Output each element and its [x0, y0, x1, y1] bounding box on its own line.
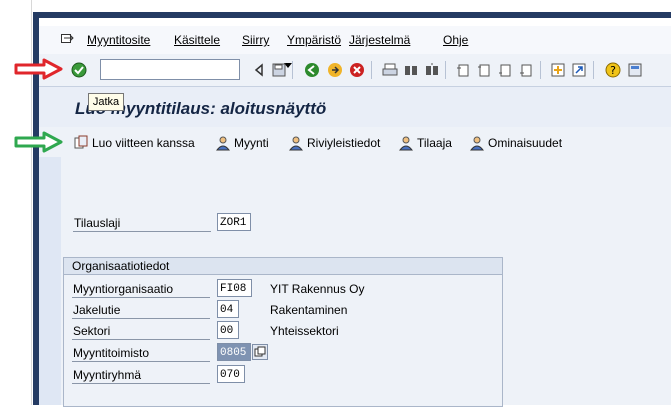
label-underline [72, 339, 210, 340]
create-with-reference-button[interactable]: Luo viitteen kanssa [73, 134, 195, 152]
ordering-party-button[interactable]: Tilaaja [398, 134, 452, 152]
toolbar-separator [540, 61, 541, 79]
menu-item-myyntitosite[interactable]: Myyntitosite [87, 33, 150, 47]
standard-toolbar: ? [39, 54, 671, 87]
svg-text:?: ? [610, 64, 616, 77]
new-session-icon[interactable] [550, 62, 566, 78]
toolbar-separator [445, 61, 446, 79]
organization-data-group: Organisaatiotiedot Myyntiorganisaatio FI… [63, 257, 503, 407]
help-icon[interactable]: ? [605, 62, 621, 78]
sales-office-input[interactable]: 0805 [217, 343, 251, 361]
menu-system-icon[interactable] [61, 33, 74, 45]
item-overview-label: Riviyleistiedot [307, 136, 381, 150]
save-icon[interactable] [271, 62, 287, 78]
green-back-icon[interactable] [304, 62, 320, 78]
prev-page-icon[interactable] [476, 62, 492, 78]
search-help-icon[interactable] [252, 344, 268, 360]
exit-icon[interactable] [327, 62, 343, 78]
copy-reference-icon [74, 135, 88, 149]
sales-label: Myynti [234, 136, 269, 150]
content-area: Tilauslaji ZOR1 Organisaatiotiedot Myynt… [61, 157, 671, 407]
ordering-party-label: Tilaaja [417, 136, 452, 150]
properties-button[interactable]: Ominaisuudet [469, 134, 562, 152]
print-icon[interactable] [382, 62, 398, 78]
sap-window: Myyntitosite Käsittele Siirry Ympäristö … [39, 18, 671, 407]
label-underline [73, 231, 211, 232]
shortcut-icon[interactable] [571, 62, 587, 78]
sales-button[interactable]: Myynti [215, 134, 269, 152]
label-underline [72, 383, 210, 384]
green-arrow-icon [14, 131, 63, 153]
menu-item-kasittele[interactable]: Käsittele [174, 33, 220, 47]
sales-group-label: Myyntiryhmä [73, 368, 142, 382]
label-underline [72, 297, 210, 298]
next-page-icon[interactable] [497, 62, 513, 78]
organization-data-title: Organisaatiotiedot [64, 258, 502, 275]
application-toolbar: Luo viitteen kanssa Myynti Riviyleistied… [39, 127, 671, 157]
toolbar-separator [371, 61, 372, 79]
command-field[interactable] [100, 59, 292, 80]
properties-label: Ominaisuudet [488, 136, 563, 150]
menu-item-siirry[interactable]: Siirry [242, 33, 269, 47]
person-icon [215, 136, 231, 151]
person-icon [288, 136, 304, 151]
find-next-icon[interactable] [424, 62, 440, 78]
create-with-reference-label: Luo viitteen kanssa [92, 136, 195, 150]
label-underline [72, 318, 210, 319]
item-overview-button[interactable]: Riviyleistiedot [288, 134, 380, 152]
layout-icon[interactable] [627, 62, 643, 78]
order-type-label: Tilauslaji [74, 216, 121, 230]
division-input[interactable]: 00 [217, 321, 239, 339]
order-type-input[interactable]: ZOR1 [217, 213, 251, 231]
menu-item-ymparisto[interactable]: Ympäristö [287, 33, 341, 47]
sales-group-input[interactable]: 070 [217, 365, 245, 383]
cancel-icon[interactable] [349, 62, 365, 78]
title-bar: Luo myyntitilaus: aloitusnäyttö [39, 87, 671, 127]
sales-org-description: YIT Rakennus Oy [270, 282, 365, 296]
toolbar-separator [292, 61, 293, 79]
menu-item-jarjestelma[interactable]: Järjestelmä [349, 33, 410, 47]
sales-org-input[interactable]: FI08 [217, 279, 252, 297]
division-label: Sektori [73, 324, 111, 338]
enter-icon[interactable] [71, 62, 87, 78]
tooltip: Jatka [88, 93, 124, 111]
toolbar-separator [593, 61, 594, 79]
red-arrow-icon [14, 58, 63, 80]
person-icon [469, 136, 485, 151]
person-icon [398, 136, 414, 151]
last-page-icon[interactable] [518, 62, 534, 78]
menu-item-ohje[interactable]: Ohje [443, 33, 468, 47]
division-description: Yhteissektori [270, 324, 339, 338]
label-underline [72, 361, 210, 362]
distribution-channel-label: Jakelutie [73, 303, 121, 317]
window-top-line [39, 18, 671, 26]
find-icon[interactable] [403, 62, 419, 78]
distribution-channel-input[interactable]: 04 [217, 300, 239, 318]
back-icon[interactable] [251, 62, 267, 78]
sales-office-label: Myyntitoimisto [73, 346, 150, 360]
distribution-channel-description: Rakentaminen [270, 303, 348, 317]
sales-org-label: Myyntiorganisaatio [73, 282, 174, 296]
first-page-icon[interactable] [455, 62, 471, 78]
menu-bar: Myyntitosite Käsittele Siirry Ympäristö … [39, 26, 671, 54]
